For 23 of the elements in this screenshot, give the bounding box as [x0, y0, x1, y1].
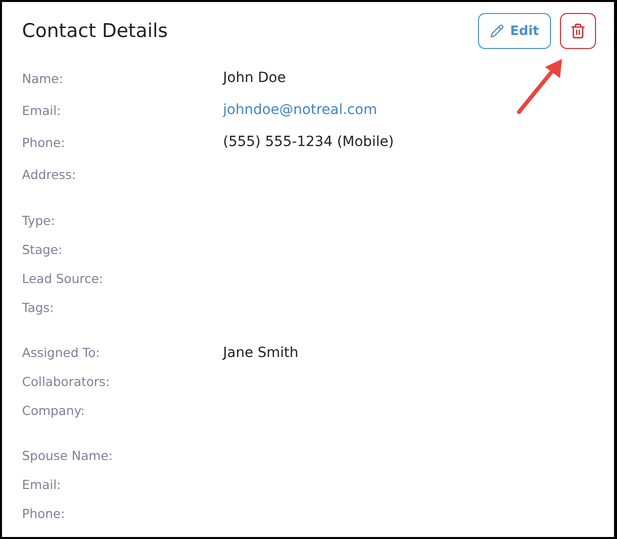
- field-value: (555) 555-1234 (Mobile): [223, 134, 394, 150]
- field-value: John Doe: [223, 70, 286, 86]
- delete-button[interactable]: [560, 13, 596, 49]
- field-label: Spouse Name:: [22, 448, 114, 463]
- trash-icon: [570, 23, 586, 39]
- card-title: Contact Details: [22, 20, 168, 42]
- edit-button[interactable]: Edit: [478, 13, 551, 49]
- field-label: Phone:: [22, 134, 66, 150]
- field-label: Collaborators:: [22, 374, 111, 389]
- field-label: Stage:: [22, 242, 64, 257]
- field-value: Jane Smith: [223, 344, 298, 360]
- field-label: Phone:: [22, 506, 66, 521]
- email-link[interactable]: johndoe@notreal.com: [223, 102, 378, 118]
- pencil-icon: [490, 24, 504, 38]
- field-label: Email:: [22, 102, 62, 118]
- field-label: Address:: [22, 166, 77, 182]
- field-label: Lead Source:: [22, 271, 104, 286]
- field-label: Tags:: [22, 300, 55, 315]
- field-label: Assigned To:: [22, 345, 101, 360]
- field-label: Name:: [22, 70, 64, 86]
- field-label: Company:: [22, 403, 86, 418]
- field-label: Type:: [22, 213, 56, 228]
- field-label: Email:: [22, 477, 62, 492]
